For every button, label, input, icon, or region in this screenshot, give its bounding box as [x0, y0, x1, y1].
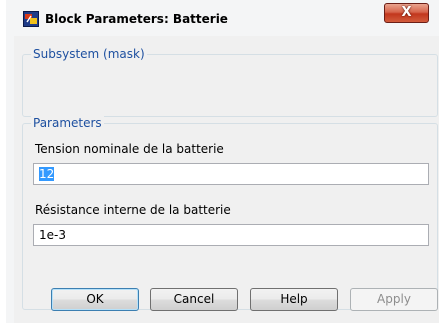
- dialog-body: Subsystem (mask) Parameters Tension nomi…: [14, 36, 439, 323]
- block-parameters-dialog: Block Parameters: Batterie X Subsystem (…: [0, 0, 439, 323]
- apply-button[interactable]: Apply: [350, 288, 438, 311]
- title-bar[interactable]: Block Parameters: Batterie X: [6, 0, 439, 40]
- subsystem-group: [22, 54, 438, 117]
- subsystem-group-title: Subsystem (mask): [31, 47, 147, 61]
- close-button[interactable]: X: [384, 3, 429, 23]
- simulink-app-icon: [23, 11, 39, 27]
- close-icon: X: [401, 5, 412, 20]
- internal-resistance-input[interactable]: 1e-3: [33, 224, 429, 246]
- internal-resistance-value: 1e-3: [39, 228, 66, 242]
- help-button[interactable]: Help: [250, 288, 338, 311]
- window-title: Block Parameters: Batterie: [45, 12, 228, 26]
- nominal-voltage-value: 12: [39, 167, 55, 181]
- nominal-voltage-input[interactable]: 12: [33, 163, 429, 185]
- nominal-voltage-label: Tension nominale de la batterie: [35, 142, 224, 156]
- ok-button[interactable]: OK: [51, 288, 139, 311]
- internal-resistance-label: Résistance interne de la batterie: [35, 203, 231, 217]
- window-frame-left: [6, 36, 14, 323]
- cancel-button[interactable]: Cancel: [150, 288, 238, 311]
- parameters-group-title: Parameters: [31, 116, 104, 130]
